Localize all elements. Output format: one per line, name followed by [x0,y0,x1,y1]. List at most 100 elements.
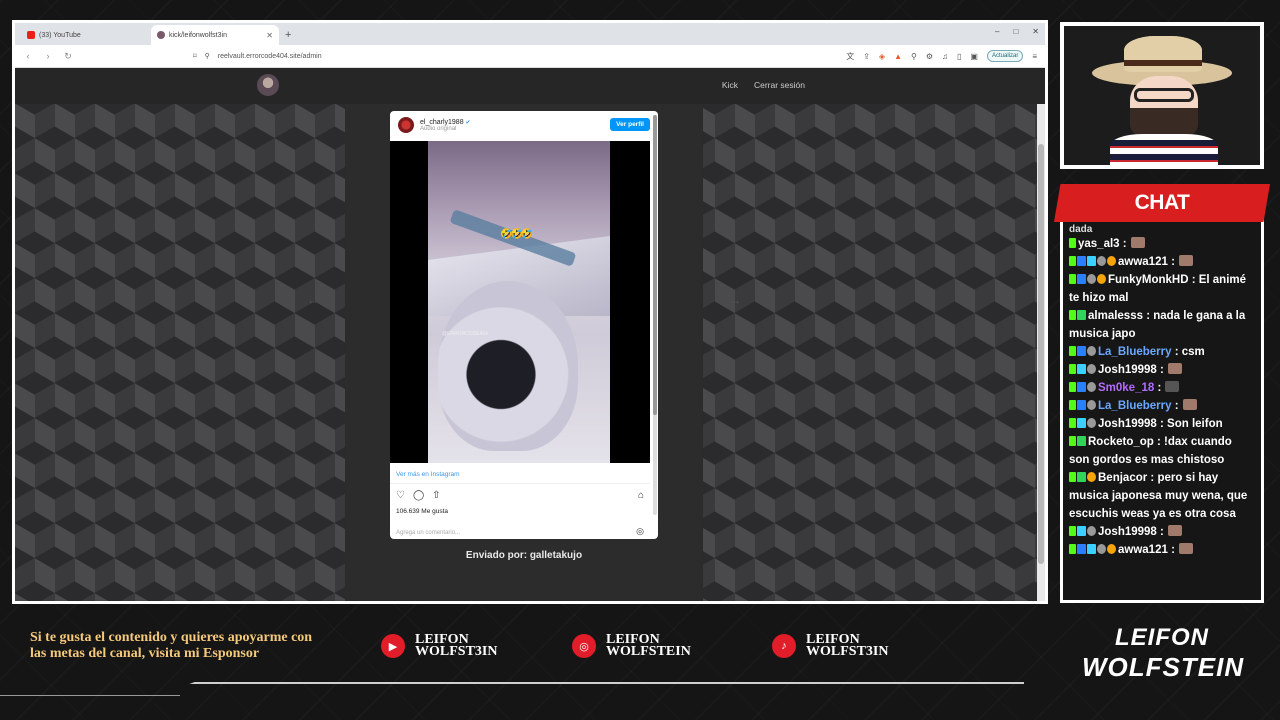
k-badge-icon [1069,544,1076,554]
social-instagram: ◎ LEIFON WOLFSTEIN [572,633,691,659]
menu-icon[interactable]: ≡ [1032,52,1037,61]
view-more-link[interactable]: Ver más en Instagram [396,471,460,478]
minimize-icon[interactable]: – [995,27,999,36]
chat-username[interactable]: Josh19998 [1098,418,1157,430]
badges [1069,544,1116,554]
share-icon[interactable]: ⇧ [432,490,440,501]
wallet-icon[interactable]: ▣ [970,52,978,61]
chat-message: Benjacor : pero si hay musica japonesa m… [1069,469,1255,523]
channel-logo: LEIFON WOLFSTEIN [1082,624,1243,690]
chat-username[interactable]: La_Blueberry [1098,400,1172,412]
badges [1069,238,1076,248]
next-arrow-icon[interactable]: → [729,293,741,307]
site-logo-avatar[interactable] [257,74,279,96]
k-badge-icon [1069,436,1076,446]
site-info-icon[interactable]: ⚲ [205,52,210,60]
ig-actions: ♡ ◯ ⇧ [396,490,441,501]
comment-input[interactable]: Agrega un comentario... [396,530,460,536]
green-badge-icon [1077,472,1086,482]
chat-username[interactable]: awwa121 [1118,544,1168,556]
heart-icon[interactable]: ♡ [396,490,405,501]
nav-link-logout[interactable]: Cerrar sesión [754,80,805,90]
url-text: reelvault.errorcode404.site/admin [217,52,322,60]
update-button[interactable]: Actualizar [986,50,1024,62]
tab-label: (33) YouTube [39,31,81,39]
badges [1069,436,1086,446]
orange-badge-icon [1087,472,1096,482]
ig-video-frame[interactable]: 🤣🤣🤣 @ERRORCODE404 [428,141,610,463]
emote-icon [1130,237,1145,248]
address-bar[interactable]: ⌑ ⚲ reelvault.errorcode404.site/admin [83,48,836,64]
chat-username[interactable]: Rocketo_op [1088,436,1154,448]
close-window-icon[interactable]: ✕ [1032,27,1039,36]
emote-icon [1167,525,1182,536]
browser-capture-frame: (33) YouTube kick/leifonwolfst3in ✕ + – … [12,20,1048,604]
divider [390,483,650,484]
chat-message: Josh19998 : Son leifon [1069,415,1255,433]
verified-icon: ✔ [465,119,471,126]
social-tiktok: ♪ LEIFON WOLFST3IN [772,633,888,659]
separator: : [1119,238,1127,250]
save-icon[interactable]: ⌂ [638,490,644,501]
gray-badge-icon [1097,544,1106,554]
orange-badge-icon [1107,256,1116,266]
chat-username[interactable]: Josh19998 [1098,364,1157,376]
extension-icon[interactable]: ⚙ [926,52,933,61]
chat-message: awwa121 : [1069,541,1255,559]
separator: : [1153,436,1161,448]
ig-audio-label[interactable]: Audio original [420,126,471,132]
chat-text: Son leifon [1163,418,1223,430]
tab-kick[interactable]: kick/leifonwolfst3in ✕ [151,25,279,45]
share-icon[interactable]: ⇪ [863,52,870,61]
instagram-icon[interactable]: ◎ [636,526,644,537]
tab-youtube[interactable]: (33) YouTube [21,25,151,45]
gray-badge-icon [1087,382,1096,392]
back-icon[interactable]: ‹ [23,51,33,61]
media-icon[interactable]: ♫ [942,52,948,61]
reload-icon[interactable]: ↻ [63,51,73,62]
previous-arrow-icon[interactable]: ← [307,293,319,307]
chat-message: yas_al3 : [1069,235,1255,253]
ig-avatar[interactable] [398,117,414,133]
chat-username[interactable]: Sm0ke_18 [1098,382,1154,394]
chat-username[interactable]: yas_al3 [1078,238,1120,250]
sidebar-icon[interactable]: ▯ [957,52,961,61]
brave-shield-icon[interactable]: ◈ [879,52,885,61]
badges [1069,346,1096,356]
new-tab-button[interactable]: + [285,29,291,41]
cyan-badge-icon [1077,418,1086,428]
nav-link-kick[interactable]: Kick [722,80,738,90]
blue-badge-icon [1077,400,1086,410]
close-tab-icon[interactable]: ✕ [266,31,273,40]
chat-username[interactable]: awwa121 [1118,256,1168,268]
brave-rewards-icon[interactable]: ▲ [894,52,902,61]
ig-username[interactable]: el_charly1988 [420,119,464,126]
comment-icon[interactable]: ◯ [413,490,424,501]
page-scrollbar[interactable] [1037,104,1045,601]
cyan-badge-icon [1087,544,1096,554]
forward-icon[interactable]: › [43,51,53,61]
chat-username[interactable]: La_Blueberry [1098,346,1172,358]
blue-badge-icon [1077,274,1086,284]
chat-username[interactable]: FunkyMonkHD [1108,274,1189,286]
chat-username[interactable]: Josh19998 [1098,526,1157,538]
orange-badge-icon [1107,544,1116,554]
chat-username[interactable]: almalesss [1088,310,1143,322]
badges [1069,526,1096,536]
k-badge-icon [1069,364,1076,374]
view-profile-button[interactable]: Ver perfil [610,118,650,131]
k-badge-icon [1069,400,1076,410]
maximize-icon[interactable]: □ [1013,27,1018,36]
ig-scrollbar[interactable] [653,115,657,515]
chat-username[interactable]: Benjacor [1098,472,1147,484]
youtube-icon: ▶ [381,634,405,658]
pin-icon[interactable]: ⚲ [911,52,917,61]
chat-message: Josh19998 : [1069,361,1255,379]
k-badge-icon [1069,472,1076,482]
address-toolbar: ‹ › ↻ ⌑ ⚲ reelvault.errorcode404.site/ad… [15,45,1045,68]
site-navbar: Kick Cerrar sesión [15,68,1045,104]
chat-message: Sm0ke_18 : [1069,379,1255,397]
bookmark-icon[interactable]: ⌑ [193,52,197,60]
translate-icon[interactable]: 文 [846,51,854,62]
ig-video-area[interactable]: 🤣🤣🤣 @ERRORCODE404 [390,141,650,463]
